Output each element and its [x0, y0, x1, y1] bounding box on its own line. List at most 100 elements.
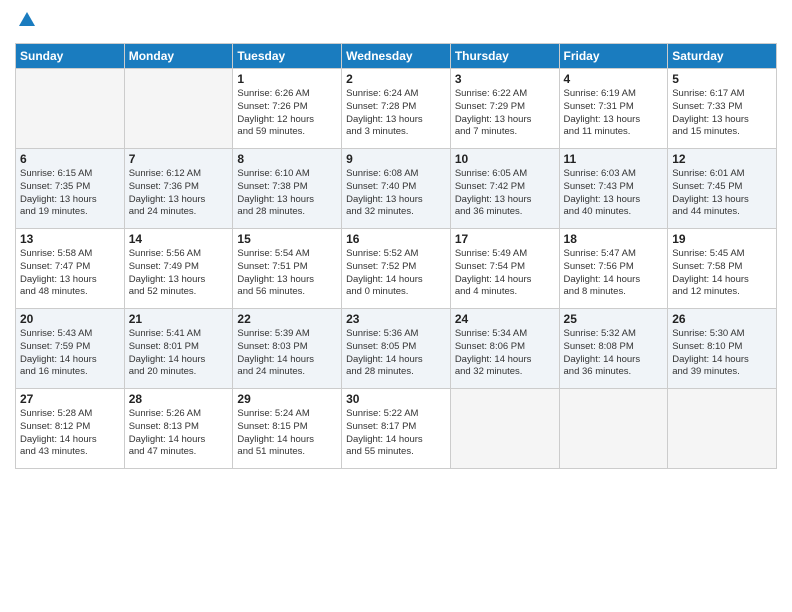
- cell-details: Sunrise: 5:26 AM Sunset: 8:13 PM Dayligh…: [129, 408, 229, 459]
- day-number: 10: [455, 152, 555, 166]
- calendar-cell: 5 Sunrise: 6:17 AM Sunset: 7:33 PM Daylig…: [668, 69, 777, 149]
- logo-icon: [17, 10, 37, 30]
- calendar-cell: 21 Sunrise: 5:41 AM Sunset: 8:01 PM Dayli…: [124, 309, 233, 389]
- calendar-cell: 24Sunrise: 5:34 AM Sunset: 8:06 PM Dayli…: [450, 309, 559, 389]
- day-number: 12: [672, 152, 772, 166]
- weekday-header: Tuesday: [233, 44, 342, 69]
- cell-details: Sunrise: 5:54 AM Sunset: 7:51 PM Dayligh…: [237, 248, 337, 299]
- weekday-header: Monday: [124, 44, 233, 69]
- cell-details: Sunrise: 6:19 AM Sunset: 7:31 PM Dayligh…: [564, 88, 664, 139]
- calendar-cell: 13 Sunrise: 5:58 AM Sunset: 7:47 PM Dayli…: [16, 229, 125, 309]
- cell-details: Sunrise: 6:12 AM Sunset: 7:36 PM Dayligh…: [129, 168, 229, 219]
- cell-details: Sunrise: 5:30 AM Sunset: 8:10 PM Dayligh…: [672, 328, 772, 379]
- calendar-cell: 10 Sunrise: 6:05 AM Sunset: 7:42 PM Dayli…: [450, 149, 559, 229]
- cell-details: Sunrise: 5:45 AM Sunset: 7:58 PM Dayligh…: [672, 248, 772, 299]
- cell-details: Sunrise: 5:47 AM Sunset: 7:56 PM Dayligh…: [564, 248, 664, 299]
- calendar-row: 13 Sunrise: 5:58 AM Sunset: 7:47 PM Dayli…: [16, 229, 777, 309]
- calendar-cell: 18 Sunrise: 5:47 AM Sunset: 7:56 PM Dayli…: [559, 229, 668, 309]
- calendar-cell: 28 Sunrise: 5:26 AM Sunset: 8:13 PM Dayli…: [124, 389, 233, 469]
- day-number: 22: [237, 312, 337, 326]
- cell-details: Sunrise: 5:28 AM Sunset: 8:12 PM Dayligh…: [20, 408, 120, 459]
- weekday-header: Wednesday: [342, 44, 451, 69]
- calendar-cell: 19Sunrise: 5:45 AM Sunset: 7:58 PM Dayli…: [668, 229, 777, 309]
- day-number: 18: [564, 232, 664, 246]
- calendar-cell: 7 Sunrise: 6:12 AM Sunset: 7:36 PM Daylig…: [124, 149, 233, 229]
- day-number: 21: [129, 312, 229, 326]
- day-number: 17: [455, 232, 555, 246]
- calendar-cell: 27 Sunrise: 5:28 AM Sunset: 8:12 PM Dayli…: [16, 389, 125, 469]
- calendar-row: 6Sunrise: 6:15 AM Sunset: 7:35 PM Daylig…: [16, 149, 777, 229]
- day-number: 20: [20, 312, 120, 326]
- calendar-cell: 16Sunrise: 5:52 AM Sunset: 7:52 PM Dayli…: [342, 229, 451, 309]
- cell-details: Sunrise: 5:41 AM Sunset: 8:01 PM Dayligh…: [129, 328, 229, 379]
- day-number: 2: [346, 72, 446, 86]
- weekday-header: Thursday: [450, 44, 559, 69]
- page-header: [15, 10, 777, 35]
- calendar-body: 1 Sunrise: 6:26 AM Sunset: 7:26 PM Daylig…: [16, 69, 777, 469]
- calendar-cell: 29Sunrise: 5:24 AM Sunset: 8:15 PM Dayli…: [233, 389, 342, 469]
- cell-details: Sunrise: 5:52 AM Sunset: 7:52 PM Dayligh…: [346, 248, 446, 299]
- day-number: 4: [564, 72, 664, 86]
- day-number: 30: [346, 392, 446, 406]
- day-number: 27: [20, 392, 120, 406]
- calendar-cell: 12Sunrise: 6:01 AM Sunset: 7:45 PM Dayli…: [668, 149, 777, 229]
- cell-details: Sunrise: 6:24 AM Sunset: 7:28 PM Dayligh…: [346, 88, 446, 139]
- calendar-cell: [16, 69, 125, 149]
- calendar-cell: 26 Sunrise: 5:30 AM Sunset: 8:10 PM Dayli…: [668, 309, 777, 389]
- cell-details: Sunrise: 5:24 AM Sunset: 8:15 PM Dayligh…: [237, 408, 337, 459]
- cell-details: Sunrise: 6:26 AM Sunset: 7:26 PM Dayligh…: [237, 88, 337, 139]
- cell-details: Sunrise: 5:43 AM Sunset: 7:59 PM Dayligh…: [20, 328, 120, 379]
- day-number: 14: [129, 232, 229, 246]
- logo: [15, 10, 37, 35]
- calendar-cell: [559, 389, 668, 469]
- calendar-cell: 20 Sunrise: 5:43 AM Sunset: 7:59 PM Dayli…: [16, 309, 125, 389]
- day-number: 26: [672, 312, 772, 326]
- cell-details: Sunrise: 5:22 AM Sunset: 8:17 PM Dayligh…: [346, 408, 446, 459]
- cell-details: Sunrise: 6:10 AM Sunset: 7:38 PM Dayligh…: [237, 168, 337, 219]
- logo-text: [15, 10, 37, 35]
- day-number: 28: [129, 392, 229, 406]
- calendar-cell: 4 Sunrise: 6:19 AM Sunset: 7:31 PM Daylig…: [559, 69, 668, 149]
- day-number: 9: [346, 152, 446, 166]
- weekday-header: Saturday: [668, 44, 777, 69]
- calendar-cell: 11 Sunrise: 6:03 AM Sunset: 7:43 PM Dayli…: [559, 149, 668, 229]
- cell-details: Sunrise: 6:17 AM Sunset: 7:33 PM Dayligh…: [672, 88, 772, 139]
- calendar-cell: 17 Sunrise: 5:49 AM Sunset: 7:54 PM Dayli…: [450, 229, 559, 309]
- calendar-row: 27 Sunrise: 5:28 AM Sunset: 8:12 PM Dayli…: [16, 389, 777, 469]
- cell-details: Sunrise: 6:22 AM Sunset: 7:29 PM Dayligh…: [455, 88, 555, 139]
- calendar: SundayMondayTuesdayWednesdayThursdayFrid…: [15, 43, 777, 469]
- day-number: 5: [672, 72, 772, 86]
- weekday-header: Friday: [559, 44, 668, 69]
- calendar-cell: [450, 389, 559, 469]
- day-number: 8: [237, 152, 337, 166]
- day-number: 15: [237, 232, 337, 246]
- cell-details: Sunrise: 6:08 AM Sunset: 7:40 PM Dayligh…: [346, 168, 446, 219]
- day-number: 23: [346, 312, 446, 326]
- cell-details: Sunrise: 5:58 AM Sunset: 7:47 PM Dayligh…: [20, 248, 120, 299]
- day-number: 24: [455, 312, 555, 326]
- calendar-cell: [668, 389, 777, 469]
- calendar-row: 20 Sunrise: 5:43 AM Sunset: 7:59 PM Dayli…: [16, 309, 777, 389]
- weekday-header: Sunday: [16, 44, 125, 69]
- day-number: 11: [564, 152, 664, 166]
- calendar-cell: 23Sunrise: 5:36 AM Sunset: 8:05 PM Dayli…: [342, 309, 451, 389]
- cell-details: Sunrise: 6:05 AM Sunset: 7:42 PM Dayligh…: [455, 168, 555, 219]
- day-number: 3: [455, 72, 555, 86]
- day-number: 1: [237, 72, 337, 86]
- calendar-cell: 9 Sunrise: 6:08 AM Sunset: 7:40 PM Daylig…: [342, 149, 451, 229]
- calendar-cell: 25Sunrise: 5:32 AM Sunset: 8:08 PM Dayli…: [559, 309, 668, 389]
- calendar-cell: 14Sunrise: 5:56 AM Sunset: 7:49 PM Dayli…: [124, 229, 233, 309]
- day-number: 7: [129, 152, 229, 166]
- calendar-cell: 2 Sunrise: 6:24 AM Sunset: 7:28 PM Daylig…: [342, 69, 451, 149]
- day-number: 25: [564, 312, 664, 326]
- calendar-cell: 22Sunrise: 5:39 AM Sunset: 8:03 PM Dayli…: [233, 309, 342, 389]
- calendar-cell: 1 Sunrise: 6:26 AM Sunset: 7:26 PM Daylig…: [233, 69, 342, 149]
- day-number: 13: [20, 232, 120, 246]
- calendar-cell: 30 Sunrise: 5:22 AM Sunset: 8:17 PM Dayli…: [342, 389, 451, 469]
- calendar-cell: 3 Sunrise: 6:22 AM Sunset: 7:29 PM Daylig…: [450, 69, 559, 149]
- calendar-cell: 8 Sunrise: 6:10 AM Sunset: 7:38 PM Daylig…: [233, 149, 342, 229]
- cell-details: Sunrise: 5:49 AM Sunset: 7:54 PM Dayligh…: [455, 248, 555, 299]
- cell-details: Sunrise: 6:03 AM Sunset: 7:43 PM Dayligh…: [564, 168, 664, 219]
- cell-details: Sunrise: 6:15 AM Sunset: 7:35 PM Dayligh…: [20, 168, 120, 219]
- calendar-cell: 15 Sunrise: 5:54 AM Sunset: 7:51 PM Dayli…: [233, 229, 342, 309]
